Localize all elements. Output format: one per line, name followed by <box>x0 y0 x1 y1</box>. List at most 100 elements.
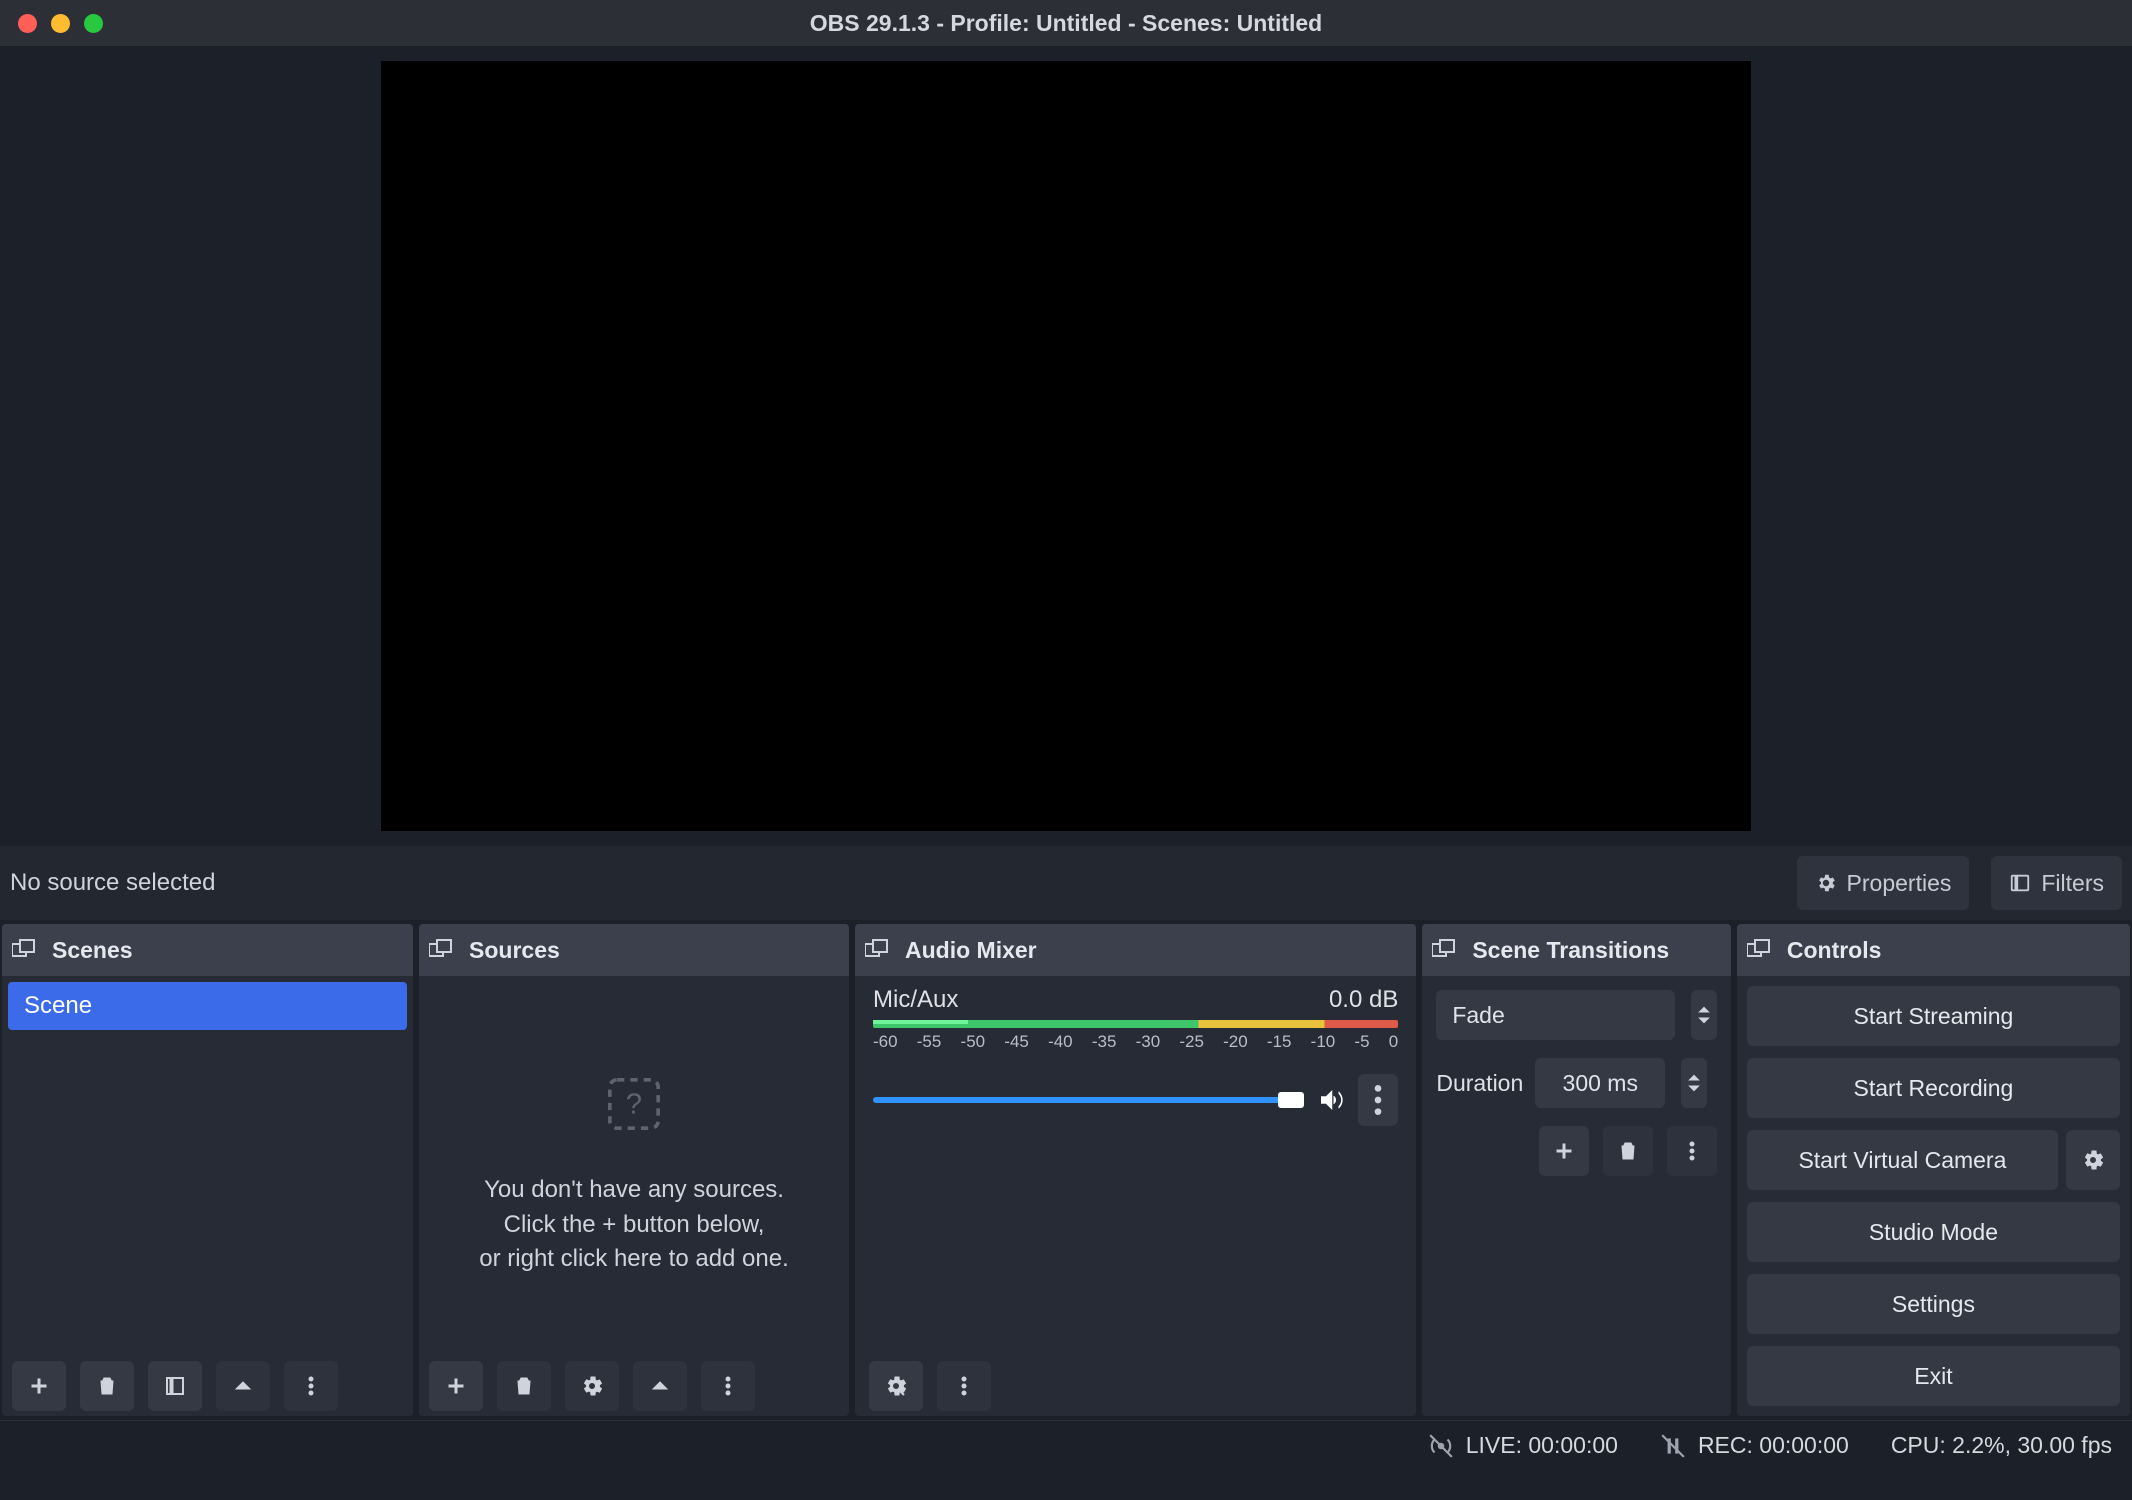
mixer-dock-header[interactable]: Audio Mixer <box>855 924 1416 976</box>
mixer-channel: Mic/Aux 0.0 dB -60 -55 -50 -45 -40 -35 -… <box>855 976 1416 1126</box>
mixer-volume-slider[interactable] <box>873 1097 1304 1103</box>
dock-detach-icon <box>429 939 453 961</box>
scenes-dock: Scenes Scene <box>2 924 413 1416</box>
dock-detach-icon <box>1432 939 1456 961</box>
sources-dock-header[interactable]: Sources <box>419 924 849 976</box>
scale-tick: -55 <box>917 1032 942 1052</box>
question-placeholder-icon: ? <box>605 1075 663 1173</box>
controls-body: Start Streaming Start Recording Start Vi… <box>1737 976 2130 1416</box>
move-scene-up-button[interactable] <box>216 1361 270 1411</box>
filters-icon <box>2009 872 2031 894</box>
properties-label: Properties <box>1847 870 1952 897</box>
mixer-settings-button[interactable] <box>869 1361 923 1411</box>
gear-icon <box>1815 872 1837 894</box>
sources-empty-line1: You don't have any sources. <box>484 1173 784 1208</box>
transition-duration-value: 300 ms <box>1563 1070 1638 1097</box>
chevron-down-icon <box>1697 1016 1711 1026</box>
settings-button[interactable]: Settings <box>1747 1274 2120 1334</box>
sources-list[interactable]: ? You don't have any sources. Click the … <box>419 976 849 1356</box>
docks-row: Scenes Scene Sources ? You don't have an… <box>0 920 2132 1420</box>
transition-menu-button[interactable] <box>1667 1126 1717 1176</box>
sources-footer <box>419 1356 849 1416</box>
speaker-icon[interactable] <box>1316 1085 1346 1115</box>
scale-tick: 0 <box>1389 1032 1398 1052</box>
scale-tick: -10 <box>1311 1032 1336 1052</box>
controls-dock-header[interactable]: Controls <box>1737 924 2130 976</box>
properties-button[interactable]: Properties <box>1797 856 1970 910</box>
scale-tick: -35 <box>1092 1032 1117 1052</box>
add-source-button[interactable] <box>429 1361 483 1411</box>
transitions-dock-title: Scene Transitions <box>1472 937 1669 964</box>
scene-item-active[interactable]: Scene <box>8 982 407 1030</box>
remove-source-button[interactable] <box>497 1361 551 1411</box>
svg-text:?: ? <box>626 1088 642 1120</box>
status-rec: REC: 00:00:00 <box>1698 1432 1849 1459</box>
move-source-up-button[interactable] <box>633 1361 687 1411</box>
scale-tick: -60 <box>873 1032 898 1052</box>
mixer-volume-thumb[interactable] <box>1278 1092 1304 1108</box>
source-selection-status: No source selected <box>10 869 395 897</box>
mixer-menu-button[interactable] <box>937 1361 991 1411</box>
sources-dock: Sources ? You don't have any sources. Cl… <box>419 924 849 1416</box>
sources-empty-state: ? You don't have any sources. Click the … <box>419 976 849 1356</box>
source-properties-button[interactable] <box>565 1361 619 1411</box>
studio-mode-button[interactable]: Studio Mode <box>1747 1202 2120 1262</box>
mixer-dock-title: Audio Mixer <box>905 937 1037 964</box>
pause-disabled-icon <box>1660 1433 1686 1459</box>
exit-button[interactable]: Exit <box>1747 1346 2120 1406</box>
preview-area <box>0 46 2132 846</box>
minimize-window-button[interactable] <box>51 14 70 33</box>
filters-button[interactable]: Filters <box>1991 856 2122 910</box>
source-menu-button[interactable] <box>701 1361 755 1411</box>
window-title: OBS 29.1.3 - Profile: Untitled - Scenes:… <box>0 10 2132 37</box>
remove-transition-button[interactable] <box>1603 1126 1653 1176</box>
dock-detach-icon <box>1747 939 1771 961</box>
status-bar: LIVE: 00:00:00 REC: 00:00:00 CPU: 2.2%, … <box>0 1420 2132 1470</box>
status-rec-group: REC: 00:00:00 <box>1660 1432 1849 1459</box>
chevron-up-icon <box>1697 1004 1711 1014</box>
transition-select-stepper[interactable] <box>1691 990 1717 1040</box>
status-live-group: LIVE: 00:00:00 <box>1428 1432 1618 1459</box>
scenes-dock-title: Scenes <box>52 937 133 964</box>
scenes-dock-header[interactable]: Scenes <box>2 924 413 976</box>
status-cpu-group: CPU: 2.2%, 30.00 fps <box>1891 1432 2112 1459</box>
status-live: LIVE: 00:00:00 <box>1466 1432 1618 1459</box>
remove-scene-button[interactable] <box>80 1361 134 1411</box>
mixer-footer <box>855 1356 1416 1416</box>
chevron-down-icon <box>1687 1084 1701 1094</box>
mixer-db-scale: -60 -55 -50 -45 -40 -35 -30 -25 -20 -15 … <box>873 1032 1398 1052</box>
transitions-body: Fade Duration 300 ms <box>1422 976 1731 1190</box>
transition-duration-input[interactable]: 300 ms <box>1535 1058 1665 1108</box>
transition-select[interactable]: Fade <box>1436 990 1675 1040</box>
controls-dock: Controls Start Streaming Start Recording… <box>1737 924 2130 1416</box>
mixer-channel-name: Mic/Aux <box>873 986 958 1014</box>
mixer-vu-meter <box>873 1020 1398 1028</box>
mixer-channel-menu-button[interactable] <box>1358 1074 1398 1126</box>
audio-mixer-dock: Audio Mixer Mic/Aux 0.0 dB -60 -55 -50 -… <box>855 924 1416 1416</box>
sources-dock-title: Sources <box>469 937 560 964</box>
virtual-camera-settings-button[interactable] <box>2066 1130 2120 1190</box>
scale-tick: -20 <box>1223 1032 1248 1052</box>
transitions-dock-header[interactable]: Scene Transitions <box>1422 924 1731 976</box>
scene-filter-button[interactable] <box>148 1361 202 1411</box>
preview-canvas[interactable] <box>381 61 1751 831</box>
add-transition-button[interactable] <box>1539 1126 1589 1176</box>
controls-dock-title: Controls <box>1787 937 1882 964</box>
start-streaming-button[interactable]: Start Streaming <box>1747 986 2120 1046</box>
start-recording-button[interactable]: Start Recording <box>1747 1058 2120 1118</box>
dock-detach-icon <box>865 939 889 961</box>
start-virtual-camera-button[interactable]: Start Virtual Camera <box>1747 1130 2058 1190</box>
titlebar: OBS 29.1.3 - Profile: Untitled - Scenes:… <box>0 0 2132 46</box>
scale-tick: -40 <box>1048 1032 1073 1052</box>
scale-tick: -45 <box>1004 1032 1029 1052</box>
window-controls <box>0 14 103 33</box>
filters-label: Filters <box>2041 870 2104 897</box>
transition-duration-stepper[interactable] <box>1681 1058 1707 1108</box>
add-scene-button[interactable] <box>12 1361 66 1411</box>
maximize-window-button[interactable] <box>84 14 103 33</box>
scenes-list[interactable]: Scene <box>2 976 413 1356</box>
scene-menu-button[interactable] <box>284 1361 338 1411</box>
close-window-button[interactable] <box>18 14 37 33</box>
mixer-channel-level: 0.0 dB <box>1329 986 1398 1014</box>
scale-tick: -25 <box>1179 1032 1204 1052</box>
